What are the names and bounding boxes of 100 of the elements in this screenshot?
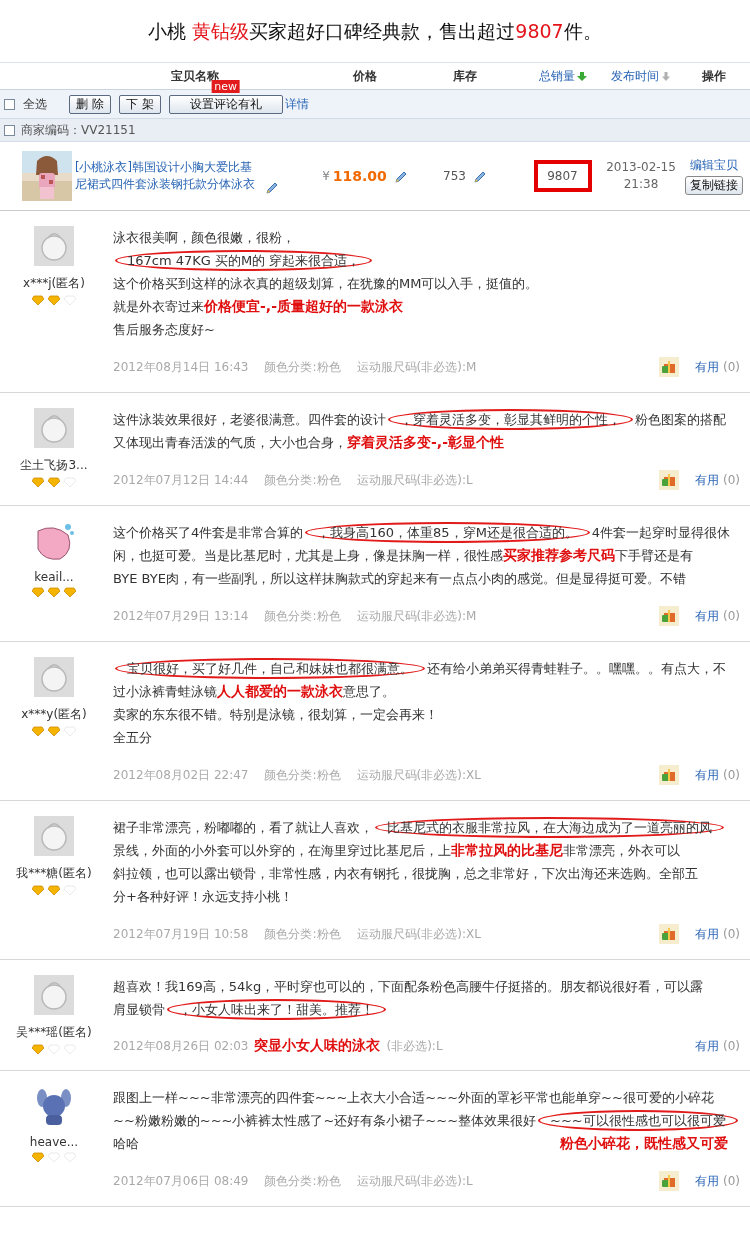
review-text: 又体现出青春活泼的气质，大小也合身， bbox=[113, 435, 347, 450]
annotation-text: 人人都爱的一款泳衣 bbox=[217, 683, 343, 699]
diamond-icon bbox=[64, 587, 76, 598]
review-text: ~~粉嫩粉嫩的~~~小裤裤太性感了~还好有条小裙子~~~整体效果很好 bbox=[113, 1113, 537, 1128]
review-attribute: 颜色分类:粉色 bbox=[264, 766, 341, 784]
review-date: 2012年07月19日 10:58 bbox=[113, 925, 249, 943]
user-name: x***j(匿名) bbox=[23, 275, 85, 292]
circled-text: ，我身高160，体重85，穿M还是很合适的。 bbox=[305, 522, 590, 543]
avatar bbox=[34, 657, 74, 697]
merchant-code: 商家编码：VV21151 bbox=[21, 121, 136, 139]
useful-link[interactable]: 有用 bbox=[695, 766, 719, 784]
review-text: 还有给小弟弟买得青蛙鞋子。。嘿嘿。。有点大，不 bbox=[427, 661, 726, 676]
review-date: 2012年07月12日 14:44 bbox=[113, 471, 249, 489]
review-attribute: 运动服尺码(非必选):L bbox=[356, 1172, 473, 1190]
edit-link[interactable]: 编辑宝贝 bbox=[689, 157, 738, 174]
review-text: 意思了。 bbox=[343, 684, 395, 699]
useful-link[interactable]: 有用 bbox=[695, 1172, 719, 1190]
avatar bbox=[34, 975, 74, 1015]
review-text: 这件泳装效果很好，老婆很满意。四件套的设计 bbox=[113, 412, 386, 427]
review-attribute: 运动服尺码(非必选):M bbox=[356, 607, 477, 625]
review-text: 非常漂亮，外衣可以 bbox=[563, 843, 680, 858]
review-text: 闲，也挺可爱。当是比基尼时，尤其是上身，像是抹胸一样，很性感 bbox=[113, 548, 503, 563]
diamond-icon bbox=[48, 726, 60, 737]
diamond-icon bbox=[32, 587, 44, 598]
diamond-icon bbox=[32, 885, 44, 896]
review-text: 肩显锁骨 bbox=[113, 1002, 165, 1017]
review-attribute: 运动服尺码(非必选):XL bbox=[356, 925, 481, 943]
circled-text: 167cm 47KG 买的M的 穿起来很合适， bbox=[115, 250, 373, 271]
diamond-icon bbox=[32, 477, 44, 488]
review-date: 2012年08月26日 02:03 bbox=[113, 1037, 249, 1055]
headline: 小桃 黄钻级买家超好口碑经典款，售出超过9807件。 bbox=[147, 19, 603, 44]
circled-text: ，小女人味出来了！甜美。推荐！ bbox=[167, 999, 386, 1020]
review-text: 售后服务态度好~ bbox=[113, 322, 215, 337]
user-name: keail... bbox=[34, 570, 74, 584]
checkbox[interactable] bbox=[4, 98, 15, 110]
avatar bbox=[34, 1086, 74, 1126]
annotation-text: 穿着灵活多变-,-彰显个性 bbox=[347, 434, 504, 450]
review-attribute: 颜色分类:粉色 bbox=[264, 471, 341, 489]
diamond-icon bbox=[32, 295, 44, 306]
details-link[interactable]: 详情 bbox=[284, 95, 309, 113]
useful-link[interactable]: 有用 bbox=[695, 471, 719, 489]
user-name: 我***糖(匿名) bbox=[16, 865, 92, 882]
review-text: 粉色图案的搭配 bbox=[635, 412, 726, 427]
settings-button[interactable]: 设置评论有礼 bbox=[168, 94, 283, 114]
annotation-text: 突显小女人味的泳衣 bbox=[254, 1037, 381, 1055]
stock-value: 753 bbox=[443, 169, 466, 183]
useful-count: (0) bbox=[723, 360, 740, 374]
review-attribute: 颜色分类:粉色 bbox=[264, 925, 341, 943]
review-text: 全五分 bbox=[113, 730, 152, 745]
diamond-icon bbox=[32, 1152, 44, 1163]
review-text: 裙子非常漂亮，粉嘟嘟的，看了就让人喜欢， bbox=[113, 820, 373, 835]
review-text: BYE BYE肉，有一些副乳，所以这样抹胸款式的穿起来有一点点小肉的感觉。但是显得挺可爱。不错 bbox=[113, 571, 686, 586]
column-header: 操作 bbox=[701, 67, 726, 85]
product-title-link[interactable]: [小桃泳衣]韩国设计小胸大爱比基尼裙式四件套泳装钢托款分体泳衣 bbox=[75, 159, 261, 193]
useful-count: (0) bbox=[723, 768, 740, 782]
user-name: x***y(匿名) bbox=[21, 706, 87, 723]
diamond-icon bbox=[48, 885, 60, 896]
review-text: 这个价格买到这样的泳衣真的超级划算，在犹豫的MM可以入手，挺值的。 bbox=[113, 276, 539, 291]
review-text: 超喜欢！我169高，54kg，平时穿也可以的，下面配条粉色高腰牛仔挺搭的。朋友都说很好看，可以露 bbox=[113, 979, 704, 994]
avatar bbox=[34, 226, 74, 266]
annotation-text: 买家推荐参考尺码 bbox=[503, 547, 615, 563]
pencil-icon bbox=[264, 180, 279, 195]
review-text: 跟图上一样~~~非常漂亮的四件套~~~上衣大小合适~~~外面的罩衫平常也能单穿~~很可爱的小碎花 bbox=[113, 1090, 714, 1105]
price-value: 118.00 bbox=[332, 168, 387, 184]
checkbox[interactable] bbox=[4, 124, 15, 136]
column-header: 库存 bbox=[453, 67, 477, 85]
column-header: 价格 bbox=[353, 67, 377, 85]
toolbar-button[interactable]: 删 除 bbox=[69, 94, 111, 114]
useful-count: (0) bbox=[723, 1174, 740, 1188]
diamond-icon bbox=[32, 726, 44, 737]
column-header[interactable]: 发布时间 bbox=[611, 67, 659, 85]
toolbar-button[interactable]: 下 架 bbox=[118, 94, 161, 114]
review-attribute: 颜色分类:粉色 bbox=[264, 358, 341, 376]
useful-link[interactable]: 有用 bbox=[695, 358, 719, 376]
sales-count: 9807 bbox=[533, 160, 592, 192]
useful-count: (0) bbox=[723, 927, 740, 941]
review-text: 泳衣很美啊，颜色很嫩，很粉， bbox=[113, 230, 295, 245]
review-text: 卖家的东东很不错。特别是泳镜，很划算，一定会再来！ bbox=[113, 707, 438, 722]
diamond-icon bbox=[32, 1044, 44, 1055]
user-name: heave... bbox=[29, 1135, 79, 1149]
review-date: 2012年08月02日 22:47 bbox=[113, 766, 249, 784]
circled-text: ，穿着灵活多变，彰显其鲜明的个性， bbox=[388, 409, 633, 430]
review-date: 2012年08月14日 16:43 bbox=[113, 358, 249, 376]
useful-link[interactable]: 有用 bbox=[695, 925, 719, 943]
annotation-text: 粉色小碎花，既性感又可爱 bbox=[560, 1134, 728, 1153]
review-date: 2012年07月06日 08:49 bbox=[113, 1172, 249, 1190]
column-header[interactable]: 总销量 bbox=[538, 67, 575, 85]
user-name: 尘土飞扬3... bbox=[20, 457, 88, 474]
useful-link[interactable]: 有用 bbox=[695, 607, 719, 625]
publish-date: 2013-02-15 bbox=[606, 159, 676, 176]
useful-link[interactable]: 有用 bbox=[695, 1037, 719, 1055]
diamond-icon bbox=[48, 295, 60, 306]
copy-link-button[interactable]: 复制链接 bbox=[684, 176, 743, 195]
review-attribute: 运动服尺码(非必选):L bbox=[356, 471, 473, 489]
review-text: 下手臂还是有 bbox=[615, 548, 693, 563]
circled-text: ~~~可以很性感也可以很可爱 bbox=[538, 1110, 738, 1131]
review-attribute: 颜色分类:粉色 bbox=[264, 607, 341, 625]
review-text: 哈哈 bbox=[113, 1136, 139, 1151]
annotation-text: 价格便宜-,-质量超好的一款泳衣 bbox=[204, 298, 403, 314]
annotation-text: 非常拉风的比基尼 bbox=[451, 842, 563, 858]
